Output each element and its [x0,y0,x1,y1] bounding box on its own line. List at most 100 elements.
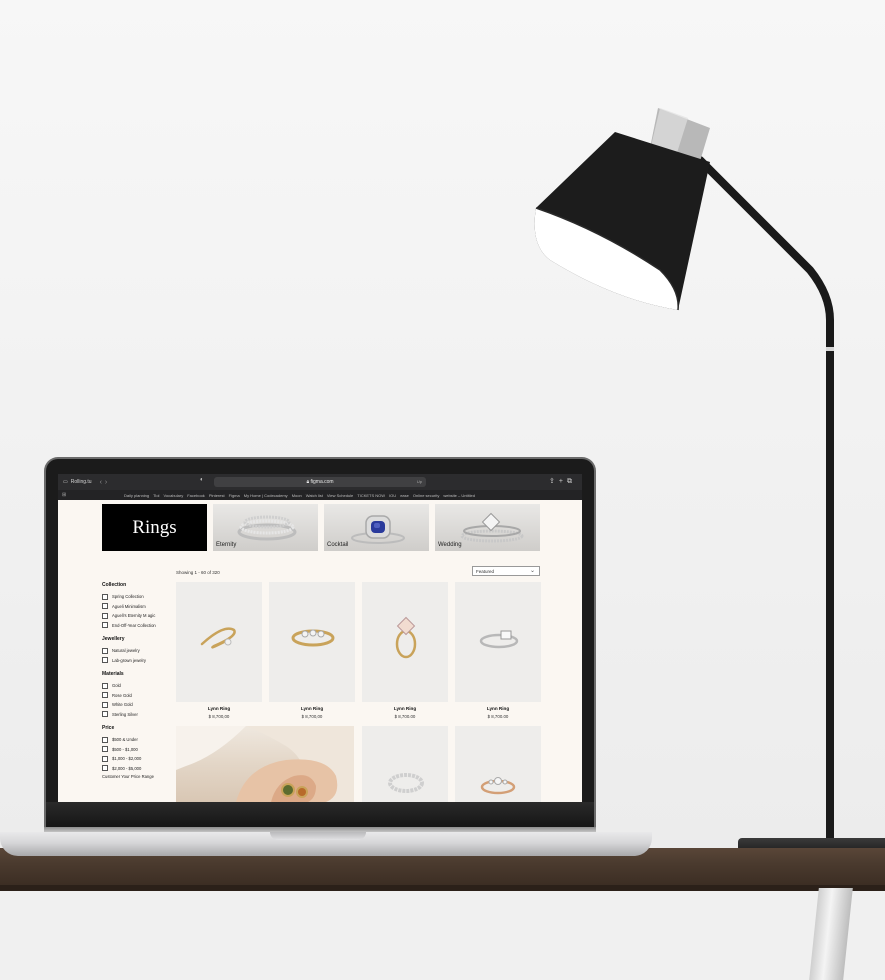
product-price: $ 8,700,00 [208,714,230,719]
checkbox[interactable] [102,612,108,619]
product-name[interactable]: Lynn Ring [176,706,262,711]
bookmark-item[interactable]: Tiol [153,493,159,498]
privacy-shield-icon[interactable]: ◐ [200,477,204,483]
tab-title[interactable]: Rolling.tu [71,479,92,485]
laptop-screen: ▭ Rolling.tu ‹› ◐ 🔒︎ figma.com Up ⇪+⧉ ⊞ … [58,474,582,802]
back-chevron-icon[interactable]: ‹› [100,479,111,486]
checkbox[interactable] [102,736,108,743]
filter-option[interactable]: Natural jewelry [102,646,172,656]
bookmark-item[interactable]: Facebook [187,493,205,498]
filter-option-label: $500 & Under [112,737,138,743]
bookmark-item[interactable]: View Schedule [327,493,353,498]
filter-option[interactable]: Rose Gold [102,691,172,701]
product-image[interactable] [362,726,448,802]
bookmark-item[interactable]: Figma [229,493,240,498]
filter-heading: Price [102,725,115,731]
product-image[interactable] [455,726,541,802]
bookmark-item[interactable]: ease [400,493,409,498]
product-card[interactable] [455,726,541,802]
bookmark-item[interactable]: website – Untitled [443,493,475,498]
product-image[interactable] [269,582,355,702]
filter-option-label: Natural jewelry [112,648,140,654]
checkbox[interactable] [102,701,108,708]
filter-option-label: White Gold [112,702,133,708]
filter-option[interactable]: $2,000 - $5,000 [102,764,172,774]
product-image[interactable] [176,582,262,702]
filter-option[interactable]: End-Off-Year Collection [102,621,172,631]
filter-group-collection: Collection Spring Collection Agueli Mini… [102,582,172,630]
category-eternity[interactable]: Eternity [213,504,318,551]
bookmark-item[interactable]: Pinterest [209,493,225,498]
filter-option[interactable]: $500 - $1,000 [102,745,172,755]
bookmark-item[interactable]: My Home | Codecademy [244,493,288,498]
bookmark-item[interactable]: Daily planning [124,493,149,498]
filter-option[interactable]: White Gold [102,700,172,710]
filter-option[interactable]: Sterling Silver [102,710,172,720]
bookmark-item[interactable]: Online security [413,493,439,498]
checkbox[interactable] [102,622,108,629]
share-icon[interactable]: ⇪+⧉ [549,477,576,486]
cocktail-ring-image [351,515,405,544]
filter-option[interactable]: Gold [102,681,172,691]
checkbox[interactable] [102,755,108,762]
lifestyle-banner-image[interactable] [176,726,354,802]
bookmarks-grid-icon[interactable]: ⊞ [62,492,66,498]
address-bar[interactable]: 🔒︎ figma.com Up [214,477,426,487]
filter-heading: Jewellery [102,636,125,642]
filter-option-label: Agueli's Eternity M agic [112,613,156,619]
product-name[interactable]: Lynn Ring [269,706,355,711]
checkbox[interactable] [102,657,108,664]
product-name[interactable]: Lynn Ring [455,706,541,711]
checkbox[interactable] [102,647,108,654]
filter-option[interactable]: Lab-grown jewelry [102,656,172,666]
results-count: Showing 1 - 60 of 320 [176,570,220,575]
laptop-notch [270,832,366,840]
product-image[interactable] [455,582,541,702]
product-image[interactable] [362,582,448,702]
filter-heading: Materials [102,671,124,677]
filter-group-jewellery: Jewellery Natural jewelry Lab-grown jewe… [102,636,172,665]
desk-edge [0,885,885,891]
product-card[interactable]: Lynn Ring $ 8,700,00 [269,582,355,719]
category-label: Eternity [216,542,237,548]
filter-option-label: $500 - $1,000 [112,746,138,752]
checkbox[interactable] [102,593,108,600]
product-price: $ 8,700,00 [301,714,323,719]
filter-option-label: Sterling Silver [112,711,138,717]
sort-select[interactable]: Featured ⌄ [472,566,540,576]
filter-option-label: Spring Collection [112,594,144,600]
filter-group-materials: Materials Gold Rose Gold White Gold Ster… [102,671,172,719]
url-extra[interactable]: Up [417,479,422,484]
category-label: Wedding [438,542,462,548]
bookmark-item[interactable]: Vocabulary [163,493,183,498]
filter-option-label: Lab-grown jewelry [112,657,146,663]
url-text: figma.com [310,479,334,485]
bookmark-item[interactable]: Watch list [306,493,323,498]
category-cocktail[interactable]: Cocktail [324,504,429,551]
category-wedding[interactable]: Wedding [435,504,540,551]
filter-option[interactable]: Agueli Minimalism [102,602,172,612]
product-card[interactable]: Lynn Ring $ 8,700.00 [455,582,541,719]
checkbox[interactable] [102,682,108,689]
filter-option[interactable]: Spring Collection [102,592,172,602]
checkbox[interactable] [102,692,108,699]
product-card[interactable]: Lynn Ring $ 8,700,00 [176,582,262,719]
checkbox[interactable] [102,603,108,610]
product-name[interactable]: Lynn Ring [362,706,448,711]
custom-price-range-link[interactable]: Customer Your Price Range [102,774,172,779]
checkbox[interactable] [102,765,108,772]
filter-option[interactable]: $500 & Under [102,735,172,745]
filter-option[interactable]: Agueli's Eternity M agic [102,611,172,621]
product-card[interactable] [362,726,448,802]
bookmark-item[interactable]: TICKETS NOW [357,493,385,498]
checkbox[interactable] [102,711,108,718]
sidebar-icon[interactable]: ▭ [63,479,68,485]
product-card[interactable]: Lynn Ring $ 8,700.00 [362,582,448,719]
checkbox[interactable] [102,746,108,753]
category-label: Cocktail [327,542,349,548]
filter-option[interactable]: $1,000 - $2,000 [102,754,172,764]
sort-value: Featured [476,569,495,574]
bookmark-item[interactable]: IOU [389,493,396,498]
filter-option-label: $2,000 - $5,000 [112,765,142,771]
bookmark-item[interactable]: Moon [292,493,302,498]
